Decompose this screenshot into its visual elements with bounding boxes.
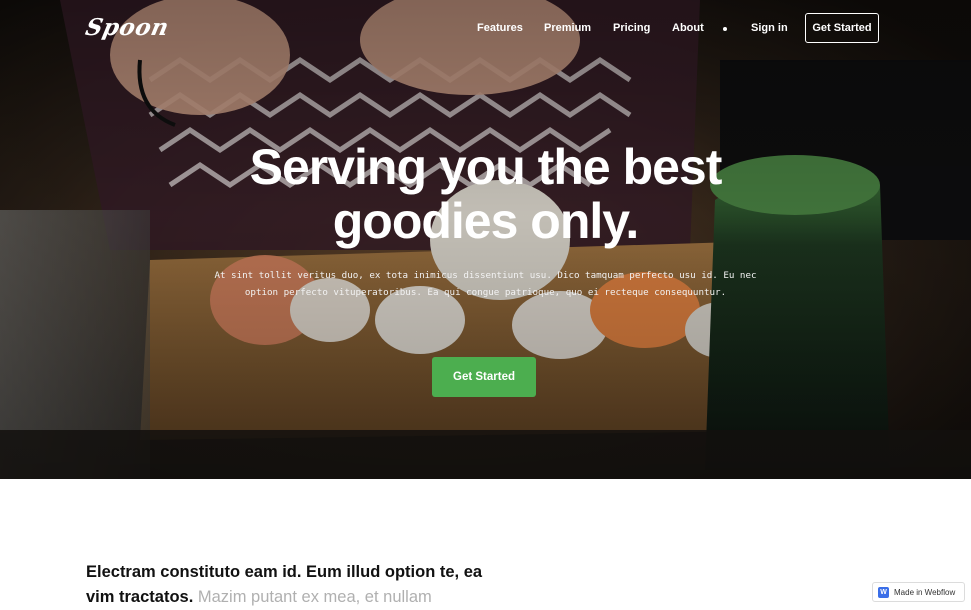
made-in-webflow-badge[interactable]: W Made in Webflow	[872, 582, 965, 602]
hero-section: Spoon Features Premium Pricing About Sig…	[0, 0, 971, 479]
nav-link-sign-in[interactable]: Sign in	[751, 22, 788, 34]
top-navigation: Spoon Features Premium Pricing About Sig…	[0, 0, 971, 58]
intro-muted-text: Mazim putant ex mea, et nullam	[197, 588, 432, 606]
hero-subtitle: At sint tollit veritus duo, ex tota inim…	[214, 270, 757, 298]
webflow-logo-icon: W	[878, 586, 889, 598]
nav-link-premium[interactable]: Premium	[544, 22, 591, 34]
hero-title: Serving you the best goodies only.	[249, 139, 723, 249]
nav-get-started-button[interactable]: Get Started	[805, 13, 879, 43]
nav-link-about[interactable]: About	[672, 22, 704, 34]
nav-divider-dot	[723, 27, 727, 31]
nav-link-features[interactable]: Features	[477, 22, 523, 34]
hero-get-started-button[interactable]: Get Started	[432, 357, 536, 397]
badge-label: Made in Webflow	[894, 587, 956, 597]
nav-link-pricing[interactable]: Pricing	[613, 22, 650, 34]
intro-paragraph: Electram constituto eam id. Eum illud op…	[86, 560, 506, 610]
